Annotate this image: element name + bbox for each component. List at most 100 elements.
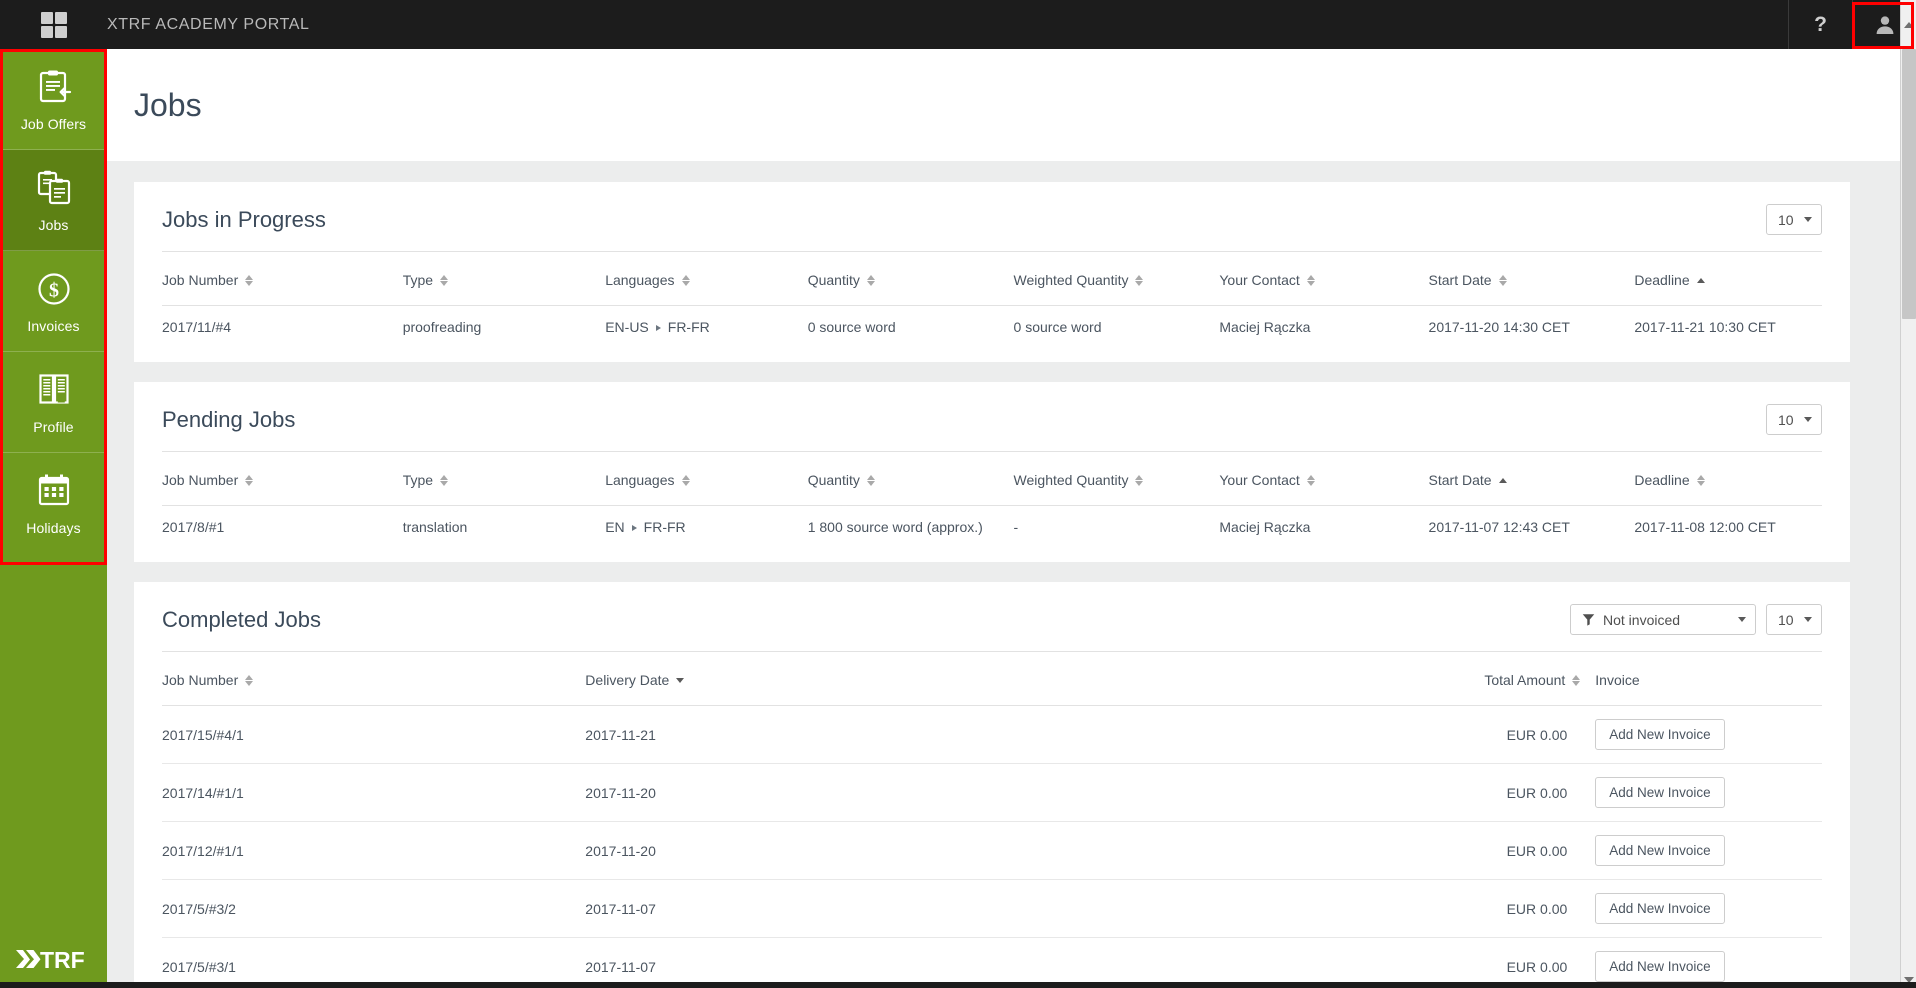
funnel-filter-icon	[1582, 614, 1595, 626]
cell-weighted-quantity: 0 source word	[1013, 305, 1220, 348]
page-header: Jobs	[107, 49, 1900, 161]
col-start-date[interactable]: Start Date	[1429, 252, 1635, 306]
col-job-number[interactable]: Job Number	[162, 452, 403, 506]
cell-total-amount: EUR 0.00	[1382, 705, 1582, 764]
col-label: Deadline	[1634, 472, 1690, 488]
cell-start-date: 2017-11-20 14:30 CET	[1428, 305, 1635, 348]
sidebar-item-label: Job Offers	[20, 115, 87, 132]
col-label: Total Amount	[1484, 672, 1566, 688]
chevron-down-icon	[1804, 217, 1812, 222]
page-scrollbar[interactable]	[1900, 49, 1916, 988]
col-start-date[interactable]: Start Date	[1429, 452, 1635, 506]
table-row[interactable]: 2017/15/#4/1 2017-11-21 EUR 0.00 Add New…	[162, 705, 1822, 764]
lang-target: FR-FR	[643, 519, 686, 535]
cell-job-number: 2017/12/#1/1	[162, 821, 586, 880]
col-languages[interactable]: Languages	[605, 452, 808, 506]
table-row[interactable]: 2017/12/#1/1 2017-11-20 EUR 0.00 Add New…	[162, 821, 1822, 880]
sidebar-nav: Job Offers Jobs $ Invoices Profile Holid…	[0, 49, 107, 988]
col-quantity[interactable]: Quantity	[808, 452, 1014, 506]
cell-total-amount: EUR 0.00	[1382, 937, 1582, 988]
col-type[interactable]: Type	[403, 252, 606, 306]
sort-icon	[866, 474, 876, 487]
sort-icon	[440, 474, 449, 487]
sort-icon	[440, 274, 449, 287]
page-title: Jobs	[134, 86, 202, 123]
col-label: Your Contact	[1219, 472, 1300, 488]
table-row[interactable]: 2017/5/#3/1 2017-11-07 EUR 0.00 Add New …	[162, 937, 1822, 988]
sidebar-item-holidays[interactable]: Holidays	[0, 453, 107, 554]
main-content: Jobs Jobs in Progress 10 Job Number Type…	[107, 49, 1900, 988]
sort-icon	[1135, 474, 1144, 487]
add-new-invoice-button[interactable]: Add New Invoice	[1595, 951, 1725, 982]
sidebar-item-invoices[interactable]: $ Invoices	[0, 251, 107, 352]
sort-icon	[1135, 274, 1144, 287]
col-type[interactable]: Type	[403, 452, 606, 506]
add-new-invoice-button[interactable]: Add New Invoice	[1595, 835, 1725, 866]
cell-invoice-action: Add New Invoice	[1581, 879, 1822, 938]
chevron-down-icon	[1738, 617, 1746, 622]
table-header-row: Job Number Type Languages Quantity Weigh…	[162, 252, 1822, 306]
add-new-invoice-button[interactable]: Add New Invoice	[1595, 893, 1725, 924]
table-row[interactable]: 2017/14/#1/1 2017-11-20 EUR 0.00 Add New…	[162, 763, 1822, 822]
add-new-invoice-button[interactable]: Add New Invoice	[1595, 719, 1725, 750]
cell-invoice-action: Add New Invoice	[1581, 763, 1822, 822]
cell-delivery-date: 2017-11-07	[585, 879, 1383, 938]
col-total-amount[interactable]: Total Amount	[1382, 652, 1581, 706]
top-bar: XTRF ACADEMY PORTAL ?	[0, 0, 1916, 49]
table-row[interactable]: 2017/5/#3/2 2017-11-07 EUR 0.00 Add New …	[162, 879, 1822, 938]
col-job-number[interactable]: Job Number	[162, 652, 585, 706]
table-header-row: Job Number Delivery Date Total Amount In…	[162, 652, 1822, 706]
jobs-in-progress-card: Jobs in Progress 10 Job Number Type Lang…	[134, 182, 1850, 362]
section-title: Jobs in Progress	[162, 206, 326, 232]
help-question-icon: ?	[1814, 12, 1827, 36]
col-your-contact[interactable]: Your Contact	[1219, 252, 1428, 306]
chevron-down-icon	[1804, 417, 1812, 422]
double-clipboard-icon	[37, 170, 70, 204]
sort-icon	[1306, 274, 1316, 287]
arrow-right-icon	[655, 325, 661, 331]
cell-job-number: 2017/8/#1	[162, 505, 403, 548]
col-label: Start Date	[1428, 272, 1492, 288]
page-size-select-completed[interactable]: 10	[1766, 604, 1822, 635]
col-label: Invoice	[1595, 672, 1640, 688]
table-row[interactable]: 2017/11/#4 proofreading EN-US FR-FR 0 sou…	[162, 305, 1822, 348]
sort-icon	[1696, 474, 1706, 487]
sidebar-item-profile[interactable]: Profile	[0, 352, 107, 453]
cell-type: proofreading	[402, 305, 606, 348]
table-header-row: Job Number Type Languages Quantity Weigh…	[162, 452, 1822, 506]
col-quantity[interactable]: Quantity	[808, 252, 1014, 306]
col-your-contact[interactable]: Your Contact	[1219, 452, 1428, 506]
card-header: Jobs in Progress 10	[162, 204, 1822, 252]
completed-jobs-body: 2017/15/#4/1 2017-11-21 EUR 0.00 Add New…	[162, 705, 1822, 988]
table-row[interactable]: 2017/8/#1 translation EN FR-FR 1 800 sour…	[162, 505, 1822, 548]
grid-apps-icon[interactable]	[0, 0, 107, 49]
chevron-down-icon	[1804, 617, 1812, 622]
calendar-icon	[38, 474, 69, 506]
scrollbar-thumb[interactable]	[1902, 49, 1916, 319]
col-deadline[interactable]: Deadline	[1634, 252, 1822, 306]
sidebar-item-jobs[interactable]: Jobs	[0, 150, 107, 251]
cell-invoice-action: Add New Invoice	[1581, 705, 1822, 764]
sort-icon	[681, 474, 691, 487]
invoice-filter-select[interactable]: Not invoiced	[1570, 604, 1756, 635]
col-label: Start Date	[1428, 472, 1492, 488]
col-languages[interactable]: Languages	[605, 252, 808, 306]
col-job-number[interactable]: Job Number	[162, 252, 403, 306]
page-size-select-in-progress[interactable]: 10	[1766, 204, 1822, 235]
completed-jobs-table: Job Number Delivery Date Total Amount In…	[162, 652, 1822, 988]
col-delivery-date[interactable]: Delivery Date	[585, 652, 1382, 706]
col-weighted-quantity[interactable]: Weighted Quantity	[1014, 252, 1220, 306]
col-deadline[interactable]: Deadline	[1634, 452, 1822, 506]
sort-icon	[1498, 274, 1508, 287]
sidebar-item-job-offers[interactable]: Job Offers	[0, 49, 107, 150]
scrollbar-up-button[interactable]	[1900, 0, 1916, 49]
add-new-invoice-button[interactable]: Add New Invoice	[1595, 777, 1725, 808]
col-weighted-quantity[interactable]: Weighted Quantity	[1014, 452, 1220, 506]
col-label: Weighted Quantity	[1013, 472, 1129, 488]
pending-jobs-table: Job Number Type Languages Quantity Weigh…	[162, 452, 1822, 548]
help-button[interactable]: ?	[1788, 0, 1852, 49]
cell-total-amount: EUR 0.00	[1382, 821, 1582, 880]
page-size-select-pending[interactable]: 10	[1766, 404, 1822, 435]
cell-your-contact: Maciej Rączka	[1219, 305, 1429, 348]
top-bar-actions: ?	[1788, 0, 1916, 49]
